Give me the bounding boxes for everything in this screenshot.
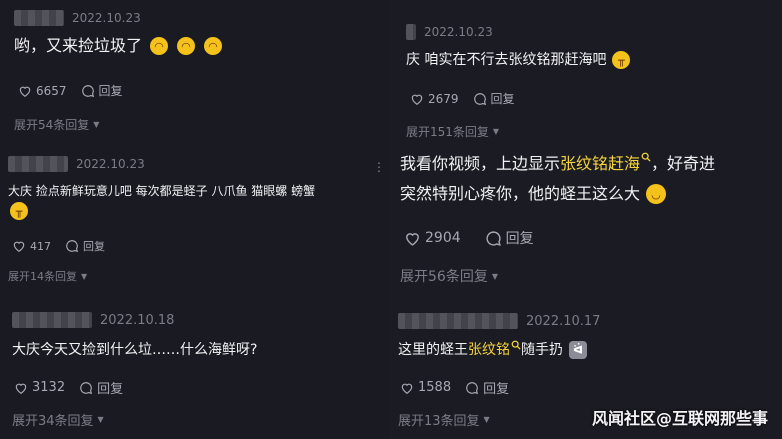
watermark: 风闻社区@互联网那些事 <box>591 409 768 428</box>
comment-date: 2022.10.23 <box>424 25 493 39</box>
like-button[interactable]: 2679 <box>410 92 459 106</box>
like-count: 3132 <box>32 380 66 395</box>
cat-emoji-icon: ᐛ <box>569 341 587 359</box>
reply-label: 回复 <box>98 84 123 98</box>
cry-emoji-icon: ╥ <box>612 51 631 69</box>
heart-icon <box>411 94 423 105</box>
laugh-emoji-icon: ◠ <box>150 37 169 55</box>
reply-label: 回复 <box>97 382 124 397</box>
heart-icon <box>401 383 413 394</box>
reply-label: 回复 <box>505 231 534 247</box>
comment-icon <box>473 92 486 105</box>
comment-text-line-1: 我看你视频，上边显示张纹铭赶海 ，好奇进 <box>400 152 715 176</box>
expand-label: 展开13条回复 <box>398 414 480 429</box>
like-count: 2904 <box>425 230 461 246</box>
search-icon <box>641 152 651 162</box>
chevron-down-icon: ▼ <box>492 127 500 136</box>
comment-text-part: 这里的蛏王 <box>398 342 468 358</box>
reply-label: 回复 <box>83 240 105 253</box>
reply-label: 回复 <box>483 382 510 397</box>
laugh-emoji-icon: ◡ <box>646 184 667 204</box>
chevron-down-icon: ▼ <box>81 271 88 281</box>
like-count: 417 <box>30 239 51 253</box>
comment-icon <box>66 240 79 253</box>
comment-text: 大庆 捡点新鲜玩意儿吧 每次都是蛏子 八爪鱼 猫眼螺 螃蟹 <box>8 184 316 198</box>
reply-button[interactable]: 回复 <box>81 82 123 99</box>
expand-replies-button[interactable]: 展开54条回复 ▼ <box>14 116 99 133</box>
expand-label: 展开34条回复 <box>12 414 94 429</box>
chevron-down-icon: ▼ <box>93 120 100 129</box>
expand-replies-button[interactable]: 展开34条回复 ▼ <box>12 410 104 429</box>
comment-icon <box>80 381 93 394</box>
comment-date: 2022.10.23 <box>72 11 141 25</box>
username-blurred[interactable] <box>8 156 68 172</box>
comment-text-part: ，好奇进 <box>651 154 716 173</box>
expand-replies-button[interactable]: 展开13条回复 ▼ <box>398 410 490 429</box>
reply-button[interactable]: 回复 <box>465 378 509 397</box>
search-keyword-link[interactable]: 张纹铭 <box>468 342 510 358</box>
cry-emoji-icon: ╥ <box>10 202 28 220</box>
comment-icon <box>81 84 94 97</box>
username-blurred[interactable] <box>398 313 518 329</box>
like-button[interactable]: 6657 <box>18 84 67 98</box>
username-blurred[interactable] <box>14 10 64 26</box>
right-panel: 2022.10.23 庆 咱实在不行去张纹铭那赶海吧 ╥ 2679 回复 展开1… <box>390 0 782 439</box>
expand-label: 展开151条回复 <box>406 125 489 139</box>
heart-icon <box>406 232 419 246</box>
heart-icon <box>13 241 25 252</box>
expand-label: 展开56条回复 <box>400 269 488 285</box>
comment-text-part: 随手扔 <box>521 342 563 358</box>
comment-text: 这里的蛏王张纹铭 随手扔 <box>398 340 563 360</box>
comment-date: 2022.10.18 <box>100 312 175 328</box>
comment-text-part: 我看你视频，上边显示 <box>400 154 561 173</box>
username-blurred[interactable] <box>12 312 92 328</box>
reply-button[interactable]: 回复 <box>485 228 534 248</box>
expand-label: 展开54条回复 <box>14 118 90 132</box>
comment-date: 2022.10.17 <box>526 313 601 329</box>
search-keyword-link[interactable]: 张纹铭赶海 <box>560 154 640 173</box>
laugh-emoji-icon: ◠ <box>204 37 223 55</box>
like-button[interactable]: 1588 <box>400 380 451 395</box>
reply-button[interactable]: 回复 <box>79 378 123 397</box>
like-button[interactable]: 3132 <box>14 380 65 395</box>
like-count: 6657 <box>36 83 67 98</box>
comment-text: 大庆今天又捡到什么垃……什么海鲜呀? <box>12 342 258 358</box>
like-count: 2679 <box>428 91 459 106</box>
expand-replies-button[interactable]: 展开14条回复 ▼ <box>8 268 87 284</box>
reply-label: 回复 <box>490 92 515 106</box>
reply-button[interactable]: 回复 <box>473 90 515 107</box>
expand-replies-button[interactable]: 展开151条回复 ▼ <box>406 123 499 140</box>
username-blurred[interactable] <box>406 24 416 40</box>
like-count: 1588 <box>418 380 452 395</box>
chevron-down-icon: ▼ <box>491 271 498 281</box>
heart-icon <box>15 383 27 394</box>
comment-icon <box>486 230 501 246</box>
comment-text: 庆 咱实在不行去张纹铭那赶海吧 <box>406 52 607 68</box>
heart-icon <box>19 86 31 97</box>
expand-replies-button[interactable]: 展开56条回复 ▼ <box>400 266 498 286</box>
comment-icon <box>466 381 479 394</box>
chevron-down-icon: ▼ <box>97 415 104 424</box>
chevron-down-icon: ▼ <box>483 415 490 424</box>
laugh-emoji-icon: ◠ <box>177 37 196 55</box>
left-panel: 2022.10.23 哟，又来捡垃圾了 ◠ ◠ ◠ 6657 回复 展开54条回… <box>0 0 390 439</box>
like-button[interactable]: 417 <box>12 239 51 253</box>
expand-label: 展开14条回复 <box>8 270 77 283</box>
like-button[interactable]: 2904 <box>404 230 461 247</box>
reply-button[interactable]: 回复 <box>65 238 105 254</box>
comment-text: 哟，又来捡垃圾了 <box>14 36 143 55</box>
comment-text-line-2: 突然特别心疼你，他的蛏王这么大 <box>400 184 641 203</box>
comment-date: 2022.10.23 <box>76 157 145 171</box>
search-icon <box>511 340 521 350</box>
more-icon[interactable]: ⋮ <box>373 160 385 174</box>
